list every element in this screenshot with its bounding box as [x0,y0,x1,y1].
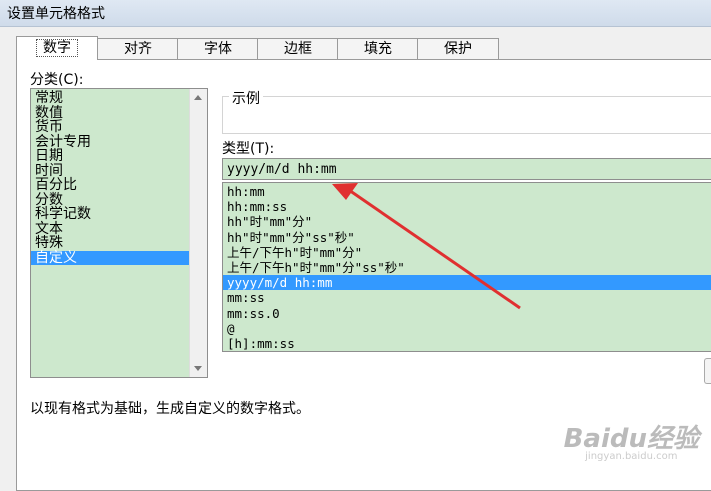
format-item[interactable]: mm:ss.0 [223,306,711,321]
watermark-brand: Baidu经验 [563,424,699,454]
category-item[interactable]: 自定义 [31,250,207,265]
format-description: 以现有格式为基础，生成自定义的数字格式。 [30,401,310,417]
category-item[interactable]: 常规 [31,91,207,106]
category-item[interactable]: 特殊 [31,236,207,251]
format-item[interactable]: hh"时"mm"分" [223,214,711,229]
format-item[interactable]: hh:mm [223,184,711,199]
format-item[interactable]: yyyy/m/d hh:mm [223,275,711,291]
category-item[interactable]: 百分比 [31,178,207,193]
category-item[interactable]: 数值 [31,106,207,121]
format-item[interactable]: hh"时"mm"分"ss"秒" [223,230,711,245]
category-list[interactable]: 常规 数值 货币 会计专用 日期 时间 百分比 分数 科学记数 文本 特殊 自定义 [30,88,208,378]
tab-border[interactable]: 边框 [257,38,339,59]
format-list[interactable]: hh:mm hh:mm:ss hh"时"mm"分" hh"时"mm"分"ss"秒" 上午… [222,182,711,352]
category-item[interactable]: 时间 [31,164,207,179]
sample-box [222,96,711,134]
format-item[interactable]: 上午/下午h"时"mm"分"ss"秒" [223,260,711,275]
format-item[interactable]: hh:mm:ss [223,199,711,214]
delete-button[interactable] [704,358,711,384]
baidu-watermark: Baidu经验 jingyan.baidu.com [564,418,699,462]
category-item[interactable]: 科学记数 [31,207,207,222]
tab-number[interactable]: 数字 [16,36,98,60]
format-item[interactable]: 上午/下午h"时"mm"分" [223,245,711,260]
category-label: 分类(C): [30,72,84,88]
sample-label: 示例 [229,88,263,108]
format-item[interactable]: @ [223,321,711,336]
category-item[interactable]: 会计专用 [31,135,207,150]
format-item[interactable]: [h]:mm:ss [223,336,711,351]
title-bar: 设置单元格格式 [0,0,711,27]
category-item[interactable]: 货币 [31,120,207,135]
category-item[interactable]: 日期 [31,149,207,164]
type-input[interactable]: yyyy/m/d hh:mm [222,158,711,180]
tab-alignment[interactable]: 对齐 [97,38,179,59]
category-item[interactable]: 文本 [31,222,207,237]
scroll-up-icon[interactable] [194,95,202,100]
dialog-title: 设置单元格格式 [7,6,105,22]
scroll-down-icon[interactable] [194,366,202,371]
tab-fill[interactable]: 填充 [337,38,419,59]
category-scrollbar[interactable] [189,89,207,377]
type-label: 类型(T): [222,141,275,157]
tab-protection[interactable]: 保护 [417,38,499,59]
tab-font[interactable]: 字体 [177,38,259,59]
format-item[interactable]: mm:ss [223,290,711,305]
category-item[interactable]: 分数 [31,193,207,208]
